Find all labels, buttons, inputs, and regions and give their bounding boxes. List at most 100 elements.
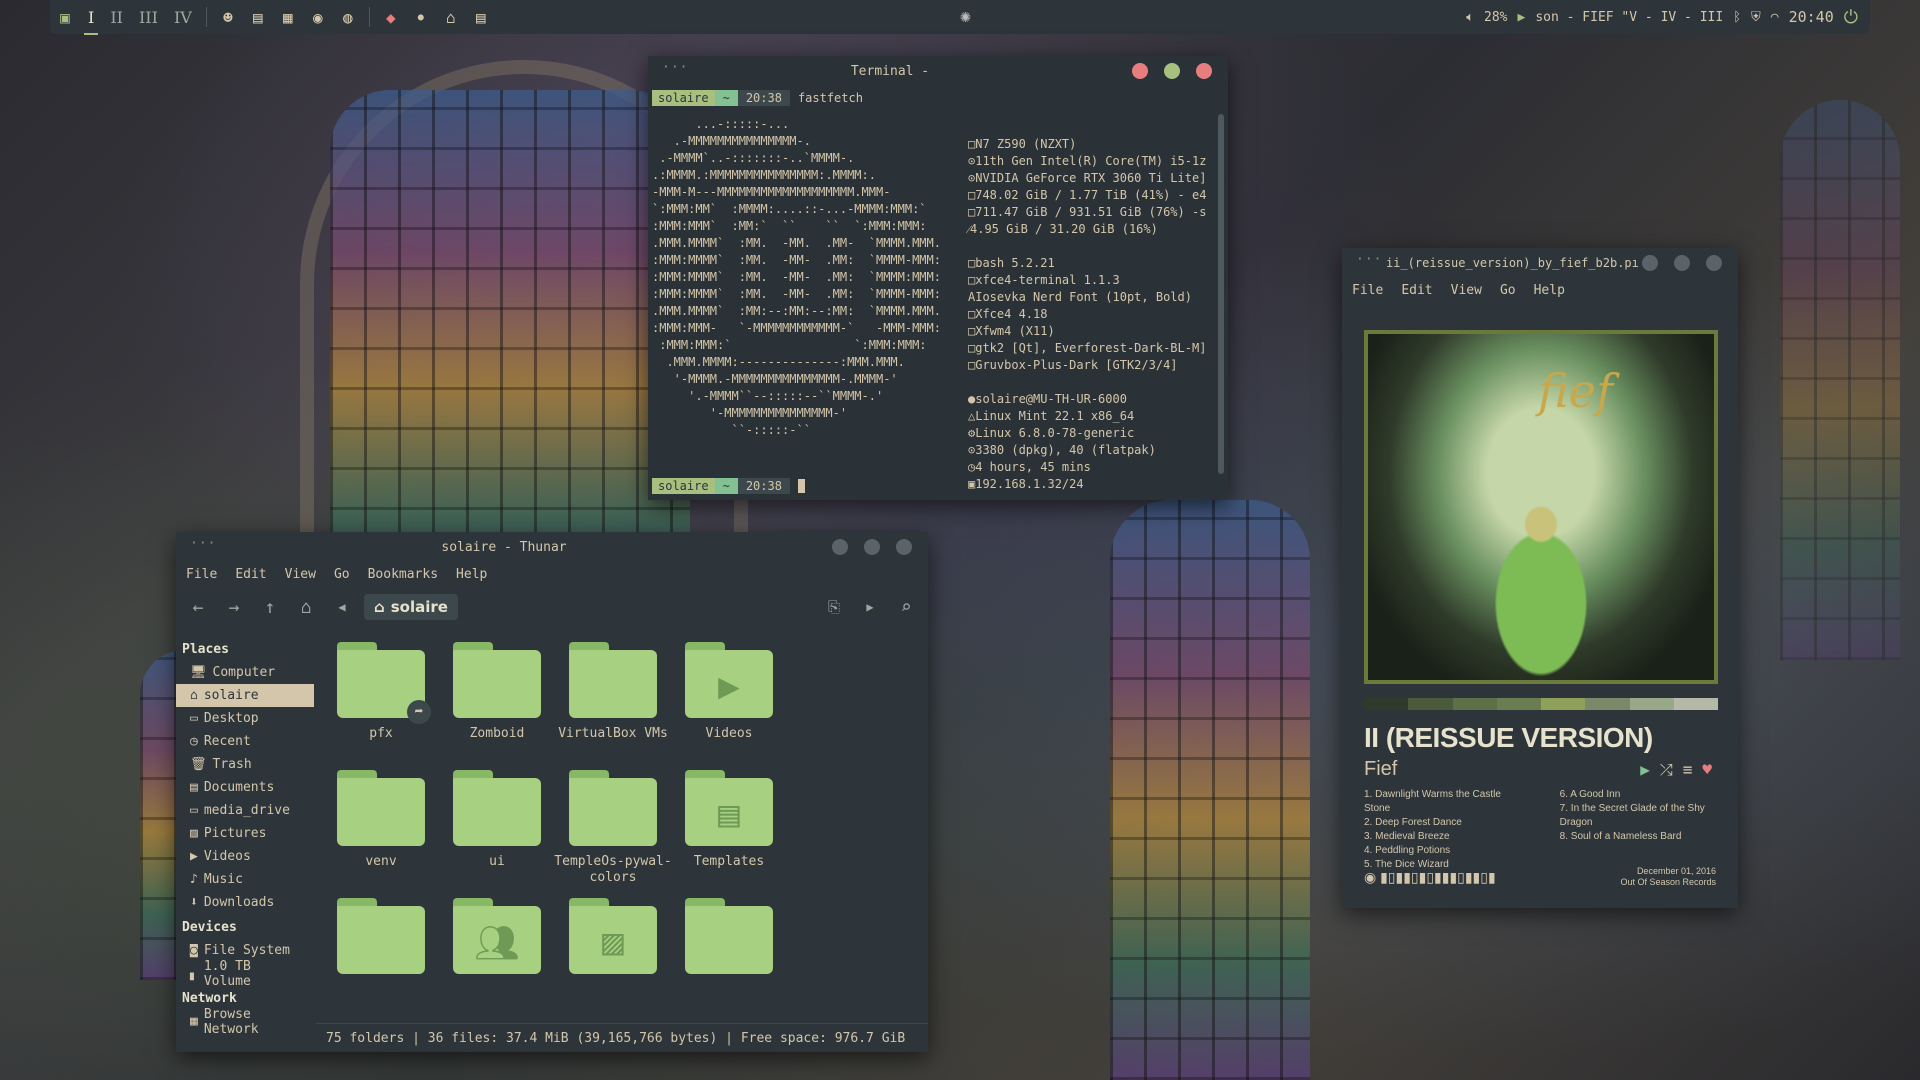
sidebar-item-computer[interactable]: 🖥︎ Computer [176,661,314,684]
back-arrow-icon[interactable]: ← [184,593,212,621]
folder-item[interactable]: ➦ pfx [316,642,446,742]
folder-item[interactable]: ▶ Videos [664,642,794,742]
track-item[interactable]: 8. Soul of a Nameless Bard [1560,830,1738,844]
menu-bookmarks[interactable]: Bookmarks [368,567,438,582]
sidebar-item-downloads[interactable]: ⬇ Downloads [176,891,314,914]
scrollbar[interactable] [1218,114,1224,474]
folder-item[interactable] [316,898,446,982]
terminal-icon[interactable]: ▤ [243,0,273,34]
path-edit-icon[interactable]: ⎘ [820,593,848,621]
folder-item[interactable]: VirtualBox VMs [548,642,678,742]
track-item[interactable]: 7. In the Secret Glade of the Shy Dragon [1560,802,1738,830]
system-info-line: □gtk2 [Qt], Everforest-Dark-BL-M] [968,341,1207,355]
shuffle-icon[interactable]: ⤮ [1660,760,1673,780]
maximize-button[interactable] [1164,63,1180,79]
menu-edit[interactable]: Edit [235,567,266,582]
up-arrow-icon[interactable]: ↑ [256,593,284,621]
folder-item[interactable]: ▨ [548,898,678,982]
folder-item[interactable] [664,898,794,982]
discord-icon[interactable]: ◍ [333,0,363,34]
steam-icon[interactable]: ◉ [303,0,333,34]
sidebar-item-videos[interactable]: ▶ Videos [176,845,314,868]
folder-item[interactable]: venv [316,770,446,870]
small-app-icon[interactable]: ● [406,0,436,34]
mint-menu-icon[interactable]: ▣ [50,0,80,34]
track-item[interactable]: 1. Dawnlight Warms the Castle Stone [1364,788,1528,816]
breadcrumb-current[interactable]: ⌂ solaire [364,594,458,620]
close-button[interactable] [1706,255,1722,271]
forward-arrow-icon[interactable]: → [220,593,248,621]
track-item[interactable]: 6. A Good Inn [1560,788,1738,802]
window-menu-icon[interactable]: ··· [190,536,216,551]
search-icon[interactable]: ⌕ [892,593,920,621]
wifi-icon[interactable]: ◠ [1771,10,1779,25]
menu-view[interactable]: View [1451,283,1482,298]
close-button[interactable] [1196,63,1212,79]
shield-app-icon[interactable]: ◆ [376,0,406,34]
folder-item[interactable]: ui [432,770,562,870]
workspace-3[interactable]: III [131,8,166,27]
file-manager-titlebar[interactable]: ··· solaire - Thunar [176,532,928,562]
folder-item[interactable]: Zomboid [432,642,562,742]
sidebar-item-desktop[interactable]: ▭ Desktop [176,707,314,730]
sidebar-item-label: Recent [203,734,251,749]
menu-view[interactable]: View [285,567,316,582]
menu-file[interactable]: File [1352,283,1383,298]
menu-help[interactable]: Help [456,567,487,582]
window-menu-icon[interactable]: ··· [1356,252,1382,267]
sidebar-item-browse-network[interactable]: ▦ Browse Network [176,1007,314,1037]
security-shield-icon[interactable]: ⛨ [1751,10,1761,25]
track-item[interactable]: 4. Peddling Potions [1364,844,1528,858]
sidebar-item-recent[interactable]: ◷ Recent [176,730,314,753]
bluetooth-icon[interactable]: ᛒ [1733,10,1741,25]
clock[interactable]: 20:40 [1789,8,1834,26]
window-menu-icon[interactable]: ··· [662,60,688,75]
home-icon[interactable]: ⌂ [292,593,320,621]
sidebar-item-documents[interactable]: ▤ Documents [176,776,314,799]
track-list: 1. Dawnlight Warms the Castle Stone 2. De… [1364,788,1738,872]
minimize-button[interactable] [1642,255,1658,271]
folder-item[interactable]: 👥︎ [432,898,562,982]
sidebar-item-trash[interactable]: 🗑︎ Trash [176,753,314,776]
power-icon[interactable]: ⏻ [1844,7,1858,28]
sidebar-item-media-drive[interactable]: ▭ media_drive [176,799,314,822]
sidebar-item-1-0-tb-volume[interactable]: ▖ 1.0 TB Volume [176,959,314,989]
terminal-titlebar[interactable]: ··· Terminal - [648,56,1228,86]
minimize-button[interactable] [832,539,848,555]
queue-icon[interactable]: ≡ [1683,760,1693,780]
menu-go[interactable]: Go [1500,283,1516,298]
menu-go[interactable]: Go [334,567,350,582]
track-item[interactable]: 3. Medieval Breeze [1364,830,1528,844]
image-viewer-icon[interactable]: ▦ [273,0,303,34]
minimize-button[interactable] [1132,63,1148,79]
close-button[interactable] [896,539,912,555]
now-playing[interactable]: son - FIEF "V - IV - III [1535,10,1723,25]
terminal-task-icon[interactable]: ▤ [466,0,496,34]
play-icon[interactable]: ▶ [1640,760,1650,780]
heart-icon[interactable]: ♥ [1702,760,1712,780]
menu-help[interactable]: Help [1534,283,1565,298]
workspace-4[interactable]: IV [166,8,200,27]
volume-icon[interactable]: 🔈︎ [1466,10,1474,25]
cat-app-icon[interactable]: ☻ [213,0,243,34]
menu-file[interactable]: File [186,567,217,582]
menu-edit[interactable]: Edit [1401,283,1432,298]
system-info-line: △Linux Mint 22.1 x86_64 [968,409,1135,423]
play-icon[interactable]: ▶ [1518,10,1526,25]
sidebar-item-solaire[interactable]: ⌂ solaire [176,684,314,707]
folder-item[interactable]: TempleOs-pywal-colors [548,770,678,886]
folder-item[interactable]: ▤ Templates [664,770,794,870]
home-icon[interactable]: ⌂ [436,0,466,34]
chevron-left-icon[interactable]: ◀ [328,593,356,621]
terminal-body[interactable]: solaire ~ 20:38 fastfetch ...-:::::-... … [648,86,1228,500]
sidebar-item-music[interactable]: ♪ Music [176,868,314,891]
maximize-button[interactable] [1674,255,1690,271]
menu-bar: File Edit View Go Bookmarks Help [176,562,928,586]
workspace-1[interactable]: I [80,8,102,35]
maximize-button[interactable] [864,539,880,555]
chevron-right-icon[interactable]: ▶ [856,593,884,621]
sidebar-item-pictures[interactable]: ▨ Pictures [176,822,314,845]
workspace-2[interactable]: II [102,8,131,27]
player-titlebar[interactable]: ··· ii_(reissue_version)_by_fief_b2b.pı [1342,248,1738,278]
track-item[interactable]: 2. Deep Forest Dance [1364,816,1528,830]
